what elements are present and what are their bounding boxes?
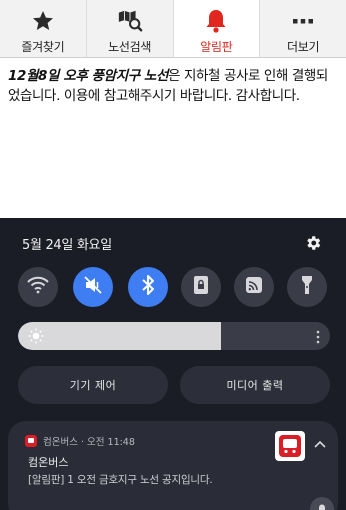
notice-text: 12월8일 오후 풍암지구 노선은 지하철 공사로 인해 결행되었습니다. 이용… bbox=[0, 58, 346, 106]
brightness-fill bbox=[18, 322, 221, 350]
tab-notice-board-label: 알림판 bbox=[200, 40, 233, 54]
bus-app-icon bbox=[25, 435, 37, 447]
media-output-button[interactable]: 미디어 출력 bbox=[180, 366, 330, 404]
star-icon bbox=[30, 8, 56, 34]
tab-route-search[interactable]: 노선검색 bbox=[87, 0, 174, 57]
notification-title: 컴온버스 bbox=[28, 456, 69, 469]
sound-toggle[interactable] bbox=[73, 267, 113, 307]
tab-route-search-label: 노선검색 bbox=[108, 40, 152, 54]
tab-bar: 즐겨찾기 노선검색 알림판 더보기 bbox=[0, 0, 346, 58]
mute-icon bbox=[83, 275, 103, 299]
brightness-slider[interactable] bbox=[18, 322, 330, 350]
flashlight-toggle[interactable] bbox=[287, 267, 327, 307]
cast-toggle[interactable] bbox=[234, 267, 274, 307]
rotation-lock-toggle[interactable] bbox=[181, 267, 221, 307]
notification-bell-icon[interactable] bbox=[310, 497, 334, 510]
map-search-icon bbox=[117, 8, 143, 34]
wifi-icon bbox=[27, 276, 49, 298]
wifi-toggle[interactable] bbox=[18, 267, 58, 307]
more-options-icon[interactable] bbox=[316, 329, 320, 348]
notification-card[interactable]: 컴온버스 · 오전 11:48 컴온버스 [알림판] 1 오전 금호지구 노선 … bbox=[8, 421, 338, 510]
notification-meta: 컴온버스 · 오전 11:48 bbox=[43, 437, 135, 448]
tab-favorites-label: 즐겨찾기 bbox=[21, 40, 65, 54]
bell-icon bbox=[203, 8, 229, 34]
collapse-icon[interactable] bbox=[314, 433, 326, 452]
more-icon bbox=[290, 8, 316, 34]
flashlight-icon bbox=[300, 274, 314, 300]
cast-icon bbox=[245, 276, 263, 298]
tab-more-label: 더보기 bbox=[287, 40, 320, 54]
sun-icon bbox=[28, 328, 44, 348]
lock-rotation-icon bbox=[193, 275, 209, 299]
tab-notice-board[interactable]: 알림판 bbox=[173, 0, 261, 57]
app-screen: 즐겨찾기 노선검색 알림판 더보기 12월8일 오후 풍암지구 노선은 지하철 … bbox=[0, 0, 346, 218]
notice-emphasis: 12월8일 오후 풍암지구 노선 bbox=[8, 68, 169, 84]
tab-more[interactable]: 더보기 bbox=[260, 0, 346, 57]
bluetooth-toggle[interactable] bbox=[128, 267, 168, 307]
gear-icon[interactable] bbox=[304, 234, 322, 256]
quick-settings bbox=[18, 267, 330, 307]
bluetooth-icon bbox=[140, 274, 156, 300]
tab-favorites[interactable]: 즐겨찾기 bbox=[0, 0, 87, 57]
bus-icon bbox=[275, 431, 305, 461]
shade-date: 5월 24일 화요일 bbox=[22, 238, 112, 253]
notification-body: [알림판] 1 오전 금호지구 노선 공지입니다. bbox=[28, 474, 213, 486]
device-control-button[interactable]: 기기 제어 bbox=[18, 366, 168, 404]
notification-shade: 5월 24일 화요일 기기 제어 미디어 출력 컴온버스 · 오전 11:48 … bbox=[0, 218, 346, 510]
